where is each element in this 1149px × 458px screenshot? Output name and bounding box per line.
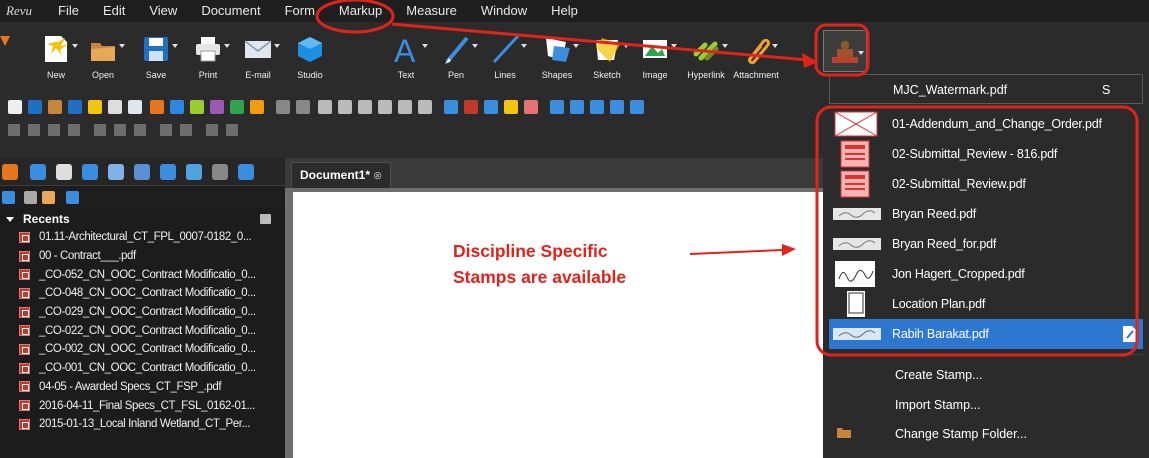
stamp-button-highlight [814,23,870,77]
stamp-list-highlight [815,105,1139,357]
callout-arrowhead-icon [782,244,796,256]
annotation-overlay [315,0,1139,357]
markup-to-stamp-arrow [391,22,809,62]
callout-arrow [689,249,783,255]
markup-menu-highlight-ellipse [315,0,395,34]
